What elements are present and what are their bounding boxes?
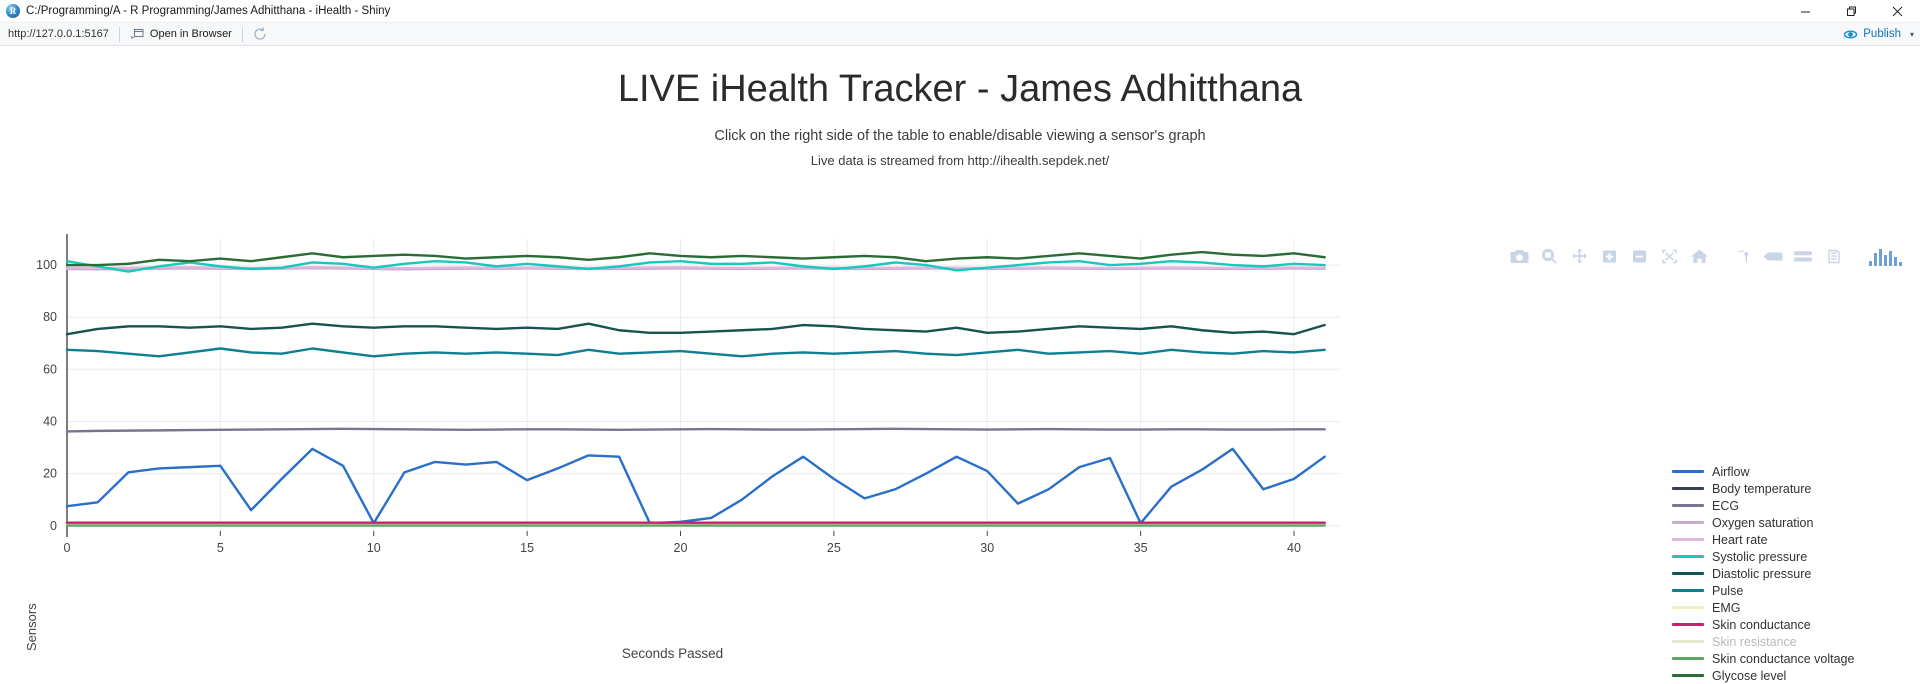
legend-color-swatch <box>1672 538 1704 541</box>
y-tick-label: 60 <box>43 362 57 376</box>
x-tick-label: 15 <box>520 541 534 555</box>
legend-color-swatch <box>1672 657 1704 660</box>
open-in-browser-button[interactable]: Open in Browser <box>120 24 242 44</box>
maximize-button[interactable] <box>1828 0 1874 22</box>
refresh-button[interactable] <box>243 24 277 44</box>
legend-color-swatch <box>1672 555 1704 558</box>
legend-item-label: Heart rate <box>1712 532 1768 547</box>
publish-area[interactable]: Publish ▾ <box>1843 23 1914 45</box>
legend-item-ecg[interactable]: ECG <box>1672 497 1854 514</box>
legend-item-label: EMG <box>1712 600 1741 615</box>
x-tick-label: 25 <box>827 541 841 555</box>
r-studio-icon: R <box>6 4 20 18</box>
sensor-plot: Sensors Seconds Passed 0 20 40 60 80 100 0 5 10 1… <box>0 231 1920 684</box>
legend-item-skin-resistance[interactable]: Skin resistance <box>1672 633 1854 650</box>
refresh-icon <box>254 27 266 40</box>
open-in-browser-label: Open in Browser <box>149 28 232 40</box>
legend-item-label: Airflow <box>1712 464 1750 479</box>
maximize-icon <box>1846 6 1856 16</box>
legend-color-swatch <box>1672 487 1704 490</box>
y-tick-label: 40 <box>43 415 57 429</box>
legend-item-systolic-pressure[interactable]: Systolic pressure <box>1672 548 1854 565</box>
legend-color-swatch <box>1672 606 1704 609</box>
legend-item-label: Skin resistance <box>1712 634 1797 649</box>
window-controls <box>1782 0 1920 22</box>
close-button[interactable] <box>1874 0 1920 22</box>
data-source-note: Live data is streamed from http://ihealt… <box>810 153 1110 168</box>
x-tick-label: 35 <box>1134 541 1148 555</box>
legend-item-label: Systolic pressure <box>1712 549 1808 564</box>
minimize-button[interactable] <box>1782 0 1828 22</box>
minimize-icon <box>1800 11 1810 12</box>
legend-color-swatch <box>1672 572 1704 575</box>
legend-color-swatch <box>1672 640 1704 643</box>
y-tick-label: 100 <box>36 258 57 272</box>
legend-color-swatch <box>1672 623 1704 626</box>
legend-item-diastolic-pressure[interactable]: Diastolic pressure <box>1672 565 1854 582</box>
legend-item-skin-conductance[interactable]: Skin conductance <box>1672 616 1854 633</box>
y-tick-label: 20 <box>43 467 57 481</box>
legend-item-label: ECG <box>1712 498 1740 513</box>
legend-item-label: Pulse <box>1712 583 1744 598</box>
legend-color-swatch <box>1672 521 1704 524</box>
series-line-diastolic-pressure[interactable] <box>65 322 1326 336</box>
page-title: LIVE iHealth Tracker - James Adhitthana <box>617 68 1303 110</box>
window-title-bar: R C:/Programming/A - R Programming/James… <box>0 0 1920 23</box>
publish-caret-icon[interactable]: ▾ <box>1910 30 1914 39</box>
x-tick-label: 5 <box>217 541 224 555</box>
legend-item-pulse[interactable]: Pulse <box>1672 582 1854 599</box>
legend-item-label: Body temperature <box>1712 481 1812 496</box>
legend-item-oxygen-saturation[interactable]: Oxygen saturation <box>1672 514 1854 531</box>
legend-color-swatch <box>1672 470 1704 473</box>
window-title: C:/Programming/A - R Programming/James A… <box>26 5 391 17</box>
publish-icon <box>1844 30 1858 38</box>
x-tick-label: 40 <box>1287 541 1301 555</box>
url-label: http://127.0.0.1:5167 <box>8 28 109 40</box>
y-tick-label: 0 <box>50 519 57 533</box>
legend-item-label: Diastolic pressure <box>1712 566 1812 581</box>
legend-item-label: Skin conductance <box>1712 617 1811 632</box>
shiny-app-page: LIVE iHealth Tracker - James Adhitthana … <box>0 46 1920 684</box>
legend-item-label: Oxygen saturation <box>1712 515 1814 530</box>
plot-legend: Airflow Body temperature ECG Oxygen saturat… <box>1672 463 1854 684</box>
series-line-airflow[interactable] <box>65 447 1326 525</box>
legend-color-swatch <box>1672 589 1704 592</box>
plot-canvas[interactable]: 0 20 40 60 80 100 0 5 10 15 20 25 30 35 40 <box>0 231 1920 681</box>
x-tick-label: 0 <box>64 541 71 555</box>
x-tick-label: 10 <box>367 541 381 555</box>
open-in-browser-icon <box>130 29 144 39</box>
x-tick-label: 20 <box>674 541 688 555</box>
legend-item-heart-rate[interactable]: Heart rate <box>1672 531 1854 548</box>
page-subtitle: Click on the right side of the table to … <box>714 128 1206 144</box>
legend-item-label: Skin conductance voltage <box>1712 651 1855 666</box>
y-tick-label: 80 <box>43 310 57 324</box>
close-icon <box>1892 6 1902 16</box>
legend-item-airflow[interactable]: Airflow <box>1672 463 1854 480</box>
legend-item-emg[interactable]: EMG <box>1672 599 1854 616</box>
legend-item-body-temperature[interactable]: Body temperature <box>1672 480 1854 497</box>
app-toolbar: http://127.0.0.1:5167 Open in Browser Pu… <box>0 23 1920 46</box>
series-line-pulse[interactable] <box>65 347 1326 358</box>
legend-item-skin-conductance-voltage[interactable]: Skin conductance voltage <box>1672 650 1854 667</box>
legend-color-swatch <box>1672 504 1704 507</box>
publish-label[interactable]: Publish <box>1863 28 1901 40</box>
series-line-ecg[interactable] <box>65 427 1326 433</box>
x-tick-label: 30 <box>980 541 994 555</box>
